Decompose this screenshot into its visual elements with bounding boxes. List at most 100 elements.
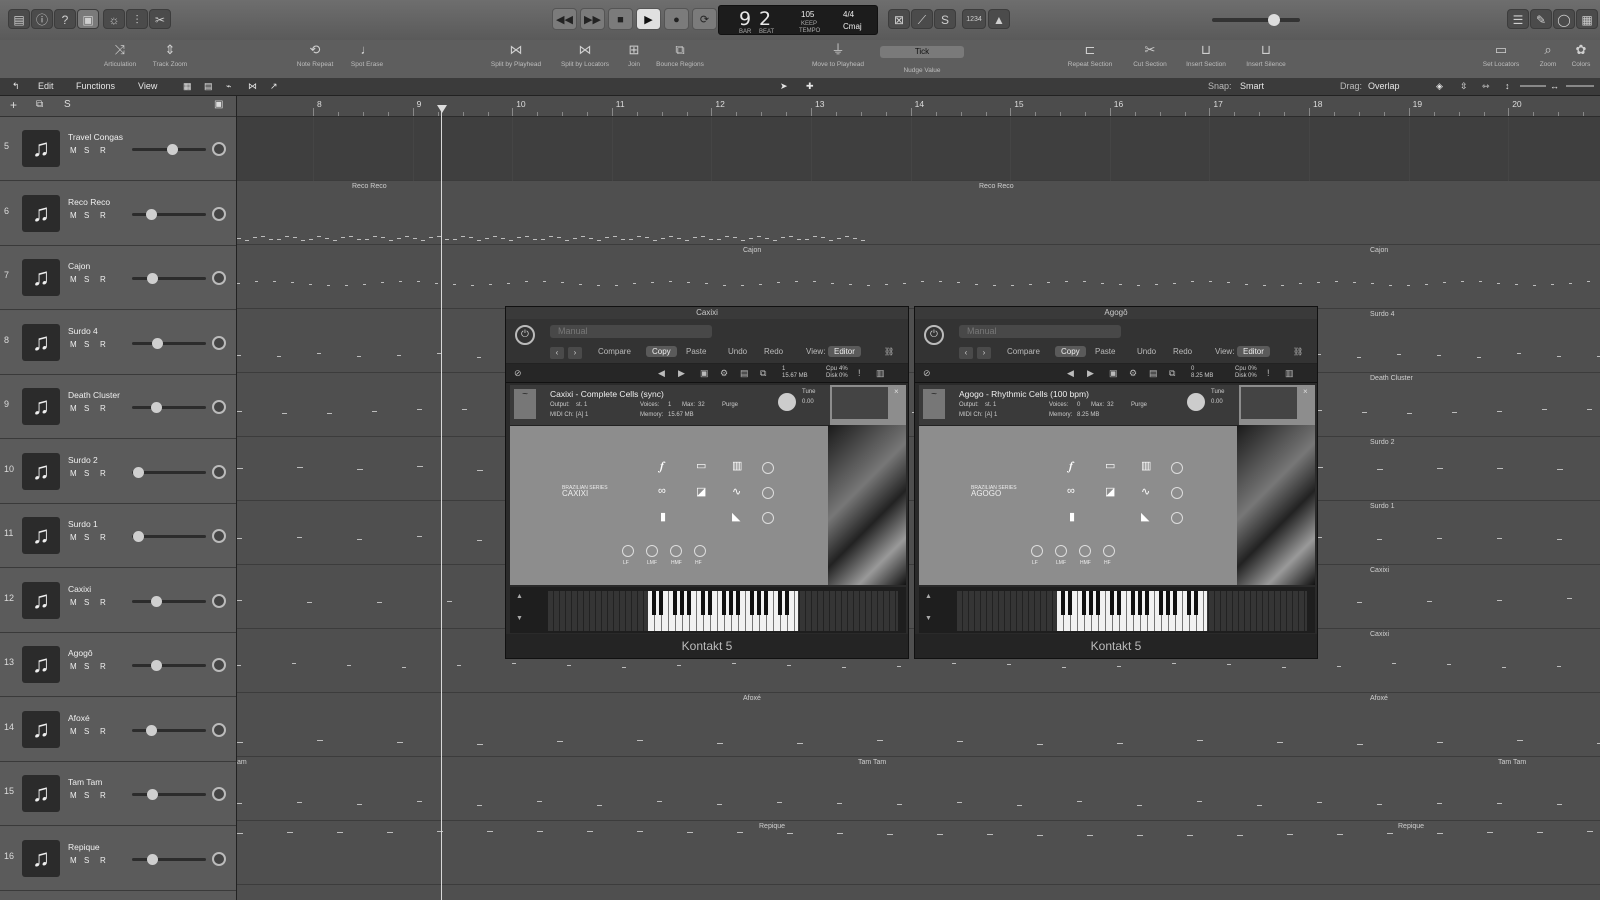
solo-button[interactable]: S — [84, 533, 89, 542]
keyboard[interactable]: ▲ ▼ — [919, 587, 1315, 633]
cycle-button[interactable]: ⟳ — [692, 8, 717, 30]
black-key[interactable] — [701, 591, 705, 615]
black-key[interactable] — [708, 591, 712, 615]
pan-knob[interactable] — [212, 787, 226, 801]
black-key[interactable] — [1082, 591, 1086, 615]
rhythm-icon[interactable]: ▭ — [696, 459, 706, 472]
track-header[interactable]: 8 ♫ Surdo 4 MS R — [0, 310, 236, 375]
solo-icon[interactable]: S — [934, 9, 956, 29]
solo-button[interactable]: S — [84, 469, 89, 478]
editors-icon[interactable]: ✂ — [149, 9, 171, 29]
back-icon[interactable]: ↰ — [12, 81, 20, 92]
record-enable-button[interactable]: R — [100, 598, 106, 607]
record-enable-button[interactable]: R — [100, 340, 106, 349]
swing-icon[interactable]: ◪ — [1105, 485, 1115, 498]
track-instrument-icon[interactable]: ♫ — [22, 323, 60, 361]
mute-button[interactable]: M — [70, 662, 77, 671]
global-tracks-icon[interactable]: S — [64, 99, 71, 110]
compare-button[interactable]: Compare — [598, 347, 631, 356]
record-enable-button[interactable]: R — [100, 211, 106, 220]
solo-button[interactable]: S — [84, 211, 89, 220]
note-repeat-tool[interactable]: ⟲ Note Repeat — [293, 43, 337, 69]
set-locators-tool[interactable]: ▭ Set Locators — [1478, 43, 1524, 69]
control-knob[interactable] — [1171, 462, 1183, 474]
track-header[interactable]: 14 ♫ Afoxé M S R — [0, 697, 236, 762]
preset-select[interactable]: Manual — [959, 325, 1121, 338]
pan-knob[interactable] — [212, 851, 226, 866]
black-key[interactable] — [1131, 591, 1135, 615]
link-icon[interactable]: ⛓ — [884, 347, 894, 356]
grid-view-icon[interactable]: ▦ — [183, 81, 192, 92]
move-to-playhead-tool[interactable]: ⏚ Move to Playhead — [806, 43, 870, 69]
tune-knob[interactable] — [1187, 393, 1205, 411]
volume-fader-knob[interactable] — [151, 595, 163, 607]
play-button[interactable]: ▶ — [636, 8, 661, 30]
octave-up-icon[interactable]: ▲ — [925, 593, 932, 600]
mute-button[interactable]: M — [70, 856, 77, 865]
track-instrument-icon[interactable]: ♫ — [22, 452, 60, 490]
quick-help-icon[interactable]: ? — [54, 9, 76, 29]
dynamics-icon[interactable]: 𝆑 — [1069, 459, 1073, 474]
black-key[interactable] — [1173, 591, 1177, 615]
velocity-icon[interactable]: ▥ — [1141, 459, 1151, 472]
track-header[interactable]: 16 ♫ Repique M S R — [0, 826, 236, 891]
track-name[interactable]: Surdo 4 — [68, 326, 98, 336]
catch-icon[interactable]: ↗ — [270, 81, 278, 92]
view-icon[interactable]: ⧉ — [760, 368, 766, 379]
flex-icon[interactable]: ⋈ — [248, 81, 257, 92]
pan-knob[interactable] — [212, 722, 226, 737]
preset-select[interactable]: Manual — [550, 325, 712, 338]
envelope-icon[interactable]: ◣ — [1141, 510, 1149, 523]
velocity-icon[interactable]: ▥ — [732, 459, 742, 472]
track-name[interactable]: Travel Congas — [68, 132, 123, 142]
metronome-icon[interactable]: ▲ — [988, 9, 1010, 29]
pan-knob[interactable] — [212, 142, 226, 156]
envelope-icon[interactable]: ◣ — [732, 510, 740, 523]
track-instrument-icon[interactable]: ♫ — [22, 710, 60, 748]
black-key[interactable] — [778, 591, 782, 615]
mute-button[interactable]: M — [70, 146, 77, 155]
kontakt-prev-icon[interactable]: ◀ — [658, 368, 665, 379]
purge-button[interactable]: Purge — [1131, 402, 1147, 408]
octave-up-icon[interactable]: ▲ — [516, 593, 523, 600]
replace-icon[interactable]: ⊠ — [888, 9, 910, 29]
black-key[interactable] — [736, 591, 740, 615]
track-name[interactable]: Tam Tam — [68, 777, 102, 787]
solo-button[interactable]: S — [84, 146, 89, 155]
track-name[interactable]: Agogô — [68, 648, 93, 658]
midi-value[interactable]: [A] 1 — [985, 412, 997, 418]
layout-icon[interactable]: ▥ — [876, 368, 885, 379]
rack-icon[interactable]: ▤ — [740, 368, 749, 379]
master-volume-knob[interactable] — [1268, 14, 1280, 26]
black-key[interactable] — [764, 591, 768, 615]
volume-fader[interactable] — [132, 144, 206, 155]
track-header[interactable]: 9 ♫ Death Cluster M S R — [0, 375, 236, 439]
mute-button[interactable]: M — [70, 340, 77, 349]
snap-select[interactable]: Smart — [1240, 81, 1264, 91]
black-key[interactable] — [1068, 591, 1072, 615]
bounce-regions-tool[interactable]: ⧉ Bounce Regions — [652, 43, 708, 69]
volume-fader[interactable] — [132, 595, 206, 607]
mute-button[interactable]: M — [70, 791, 77, 800]
alt-tool-icon[interactable]: ✚ — [806, 81, 814, 92]
articulation-tool[interactable]: ⤨ Articulation — [100, 43, 140, 69]
paste-button[interactable]: Paste — [1095, 347, 1115, 356]
redo-button[interactable]: Redo — [764, 347, 783, 356]
copy-button[interactable]: Copy — [646, 346, 677, 357]
eq-knob[interactable] — [1055, 545, 1067, 557]
piano-keys[interactable] — [957, 591, 1307, 631]
lcd-display[interactable]: 9 2 BAR BEAT 105 KEEP TEMPO 4/4 Cmaj — [718, 5, 878, 35]
insert-section-tool[interactable]: ⊔ Insert Section — [1180, 43, 1232, 69]
track-header[interactable]: 10 ♫ Surdo 2 MS R — [0, 439, 236, 504]
vertical-zoom-icon[interactable]: ↕ — [1505, 81, 1510, 91]
layout-icon[interactable]: ▥ — [1285, 368, 1294, 379]
compare-button[interactable]: Compare — [1007, 347, 1040, 356]
pan-knob[interactable] — [212, 335, 226, 350]
record-enable-button[interactable]: R — [100, 791, 106, 800]
split-by-playhead-tool[interactable]: ⋈ Split by Playhead — [486, 43, 546, 69]
pan-knob[interactable] — [212, 529, 226, 543]
purge-button[interactable]: Purge — [722, 402, 738, 408]
horizontal-zoom-icon[interactable]: ↔ — [1550, 81, 1559, 91]
record-enable-button[interactable]: R — [100, 146, 106, 155]
plugin-window-title[interactable]: Agogô — [915, 307, 1317, 319]
